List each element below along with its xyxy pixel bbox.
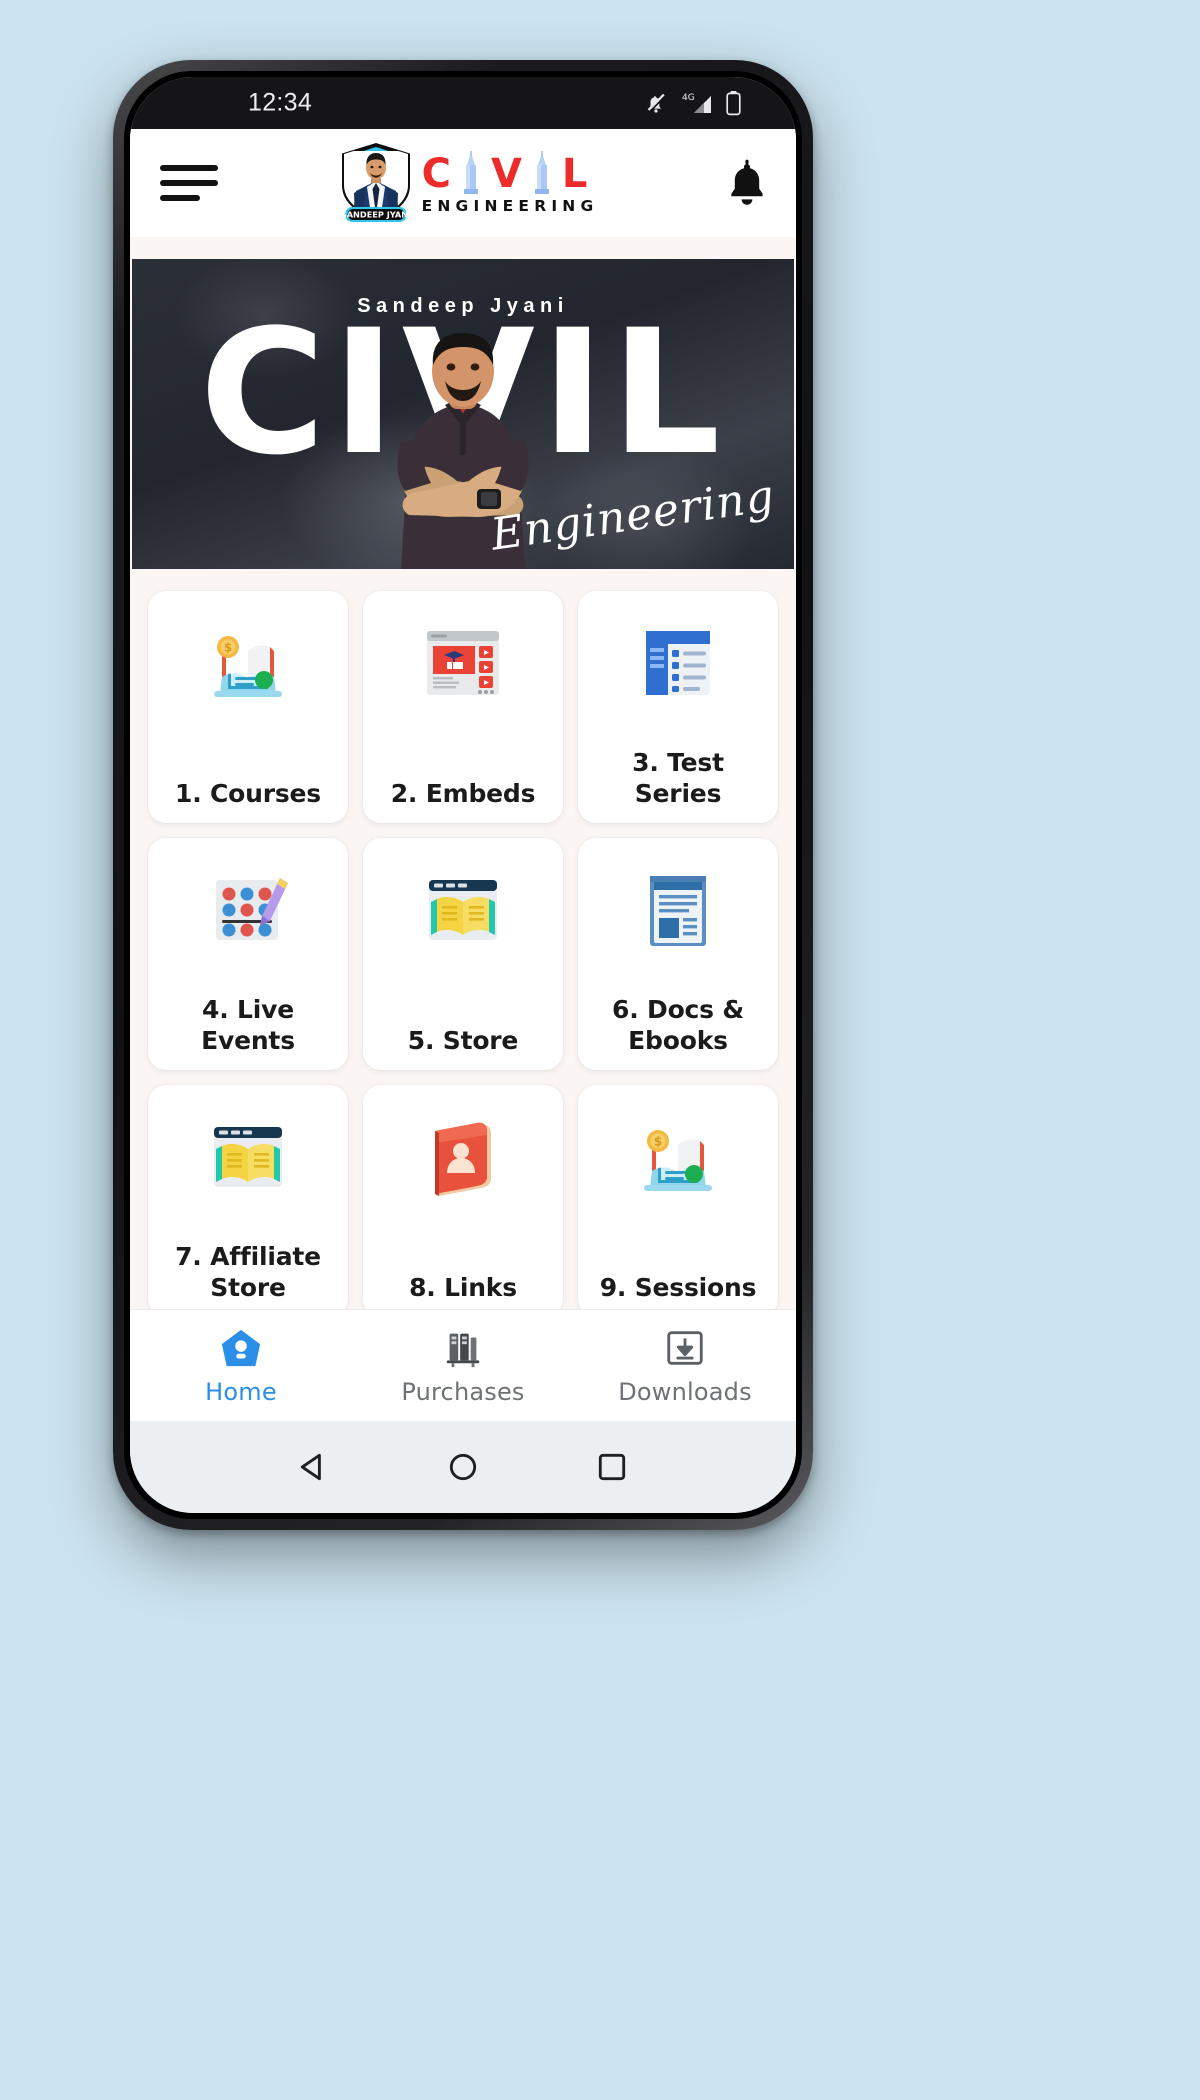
home-circle-icon[interactable] <box>443 1447 483 1487</box>
nav-label: Home <box>205 1378 277 1406</box>
logo-tower-icon <box>534 150 549 194</box>
tile-label: 8. Links <box>409 1272 517 1302</box>
books-icon <box>440 1325 486 1371</box>
grid-tile-embeds[interactable]: 2. Embeds <box>363 591 563 823</box>
android-system-navigation <box>130 1421 796 1513</box>
app-header: SANDEEP JYANI C V L ENGINEERING <box>130 129 796 237</box>
nav-item-home[interactable]: Home <box>130 1325 352 1406</box>
tile-label: 9. Sessions <box>599 1272 757 1302</box>
svg-text:$: $ <box>654 1135 662 1149</box>
tile-label: 5. Store <box>407 1025 519 1055</box>
embedded-video-page-icon <box>417 617 509 709</box>
logo-letter-v: V <box>490 150 522 197</box>
download-box-icon <box>662 1325 708 1371</box>
logo-engineering-text: ENGINEERING <box>421 196 599 215</box>
nav-label: Downloads <box>618 1378 752 1406</box>
banner-eyebrow-text: Sandeep Jyani <box>357 295 569 317</box>
tile-label: 6. Docs & Ebooks <box>612 995 744 1055</box>
brand-logo[interactable]: SANDEEP JYANI C V L ENGINEERING <box>336 141 599 225</box>
status-bar-icons: 4G <box>643 90 750 116</box>
grid-tile-links[interactable]: 8. Links <box>363 1085 563 1317</box>
battery-icon <box>726 91 741 116</box>
logo-civil-letters: C V L <box>421 150 588 197</box>
svg-text:4G: 4G <box>682 93 695 103</box>
nav-item-downloads[interactable]: Downloads <box>574 1325 796 1406</box>
tile-label: 3. Test Series <box>632 748 724 808</box>
nav-item-purchases[interactable]: Purchases <box>352 1325 574 1406</box>
live-events-quiz-board-icon <box>202 864 294 956</box>
sandeep-jyani-shield-badge: SANDEEP JYANI <box>336 141 416 225</box>
affiliate-store-book-window-icon <box>202 1111 294 1203</box>
grid-tile-affiliate-store[interactable]: 7. Affiliate Store <box>148 1085 348 1317</box>
bottom-navigation-bar: Home Purchases Downloads <box>130 1309 796 1421</box>
grid-tile-sessions[interactable]: $ 9. Sessions <box>578 1085 778 1317</box>
tile-label: 2. Embeds <box>390 778 536 808</box>
feature-grid-region: $ 1. Courses 2. Embeds 3. Test Series 4.… <box>130 569 796 1317</box>
hamburger-menu-icon[interactable] <box>160 165 218 201</box>
logo-tower-icon <box>463 150 478 194</box>
nav-label: Purchases <box>401 1378 525 1406</box>
logo-letter-l: L <box>561 150 588 197</box>
tile-label: 7. Affiliate Store <box>175 1242 321 1302</box>
docs-ebooks-document-icon <box>632 864 724 956</box>
recents-square-icon[interactable] <box>592 1447 632 1487</box>
status-bar: 12:34 4G <box>130 77 796 129</box>
tile-label: 4. Live Events <box>201 995 295 1055</box>
hamburger-line <box>160 165 218 171</box>
grid-tile-live-events[interactable]: 4. Live Events <box>148 838 348 1070</box>
sessions-laptop-book-icon: $ <box>632 1111 724 1203</box>
notifications-muted-icon <box>647 93 666 113</box>
tile-label: 1. Courses <box>175 778 321 808</box>
hero-banner-wrapper: CIVIL Sandeep Jyani <box>130 237 796 569</box>
status-bar-clock: 12:34 <box>248 88 313 117</box>
links-red-book-icon <box>417 1111 509 1203</box>
grid-tile-courses[interactable]: $ 1. Courses <box>148 591 348 823</box>
mobile-network-4g-icon: 4G <box>682 93 711 113</box>
badge-name-text: SANDEEP JYANI <box>340 209 410 219</box>
hamburger-line <box>160 180 218 186</box>
grid-tile-docs-ebooks[interactable]: 6. Docs & Ebooks <box>578 838 778 1070</box>
bell-icon[interactable] <box>724 158 770 208</box>
screenshot-canvas: 12:34 4G SANDEEP JYANI C V L ENGINEERING… <box>0 0 1200 2100</box>
grid-tile-test-series[interactable]: 3. Test Series <box>578 591 778 823</box>
back-triangle-icon[interactable] <box>294 1447 334 1487</box>
test-series-checklist-icon <box>632 617 724 709</box>
hamburger-line <box>160 195 200 201</box>
home-icon <box>218 1325 264 1371</box>
online-course-laptop-book-icon: $ <box>202 617 294 709</box>
store-open-book-window-icon <box>417 864 509 956</box>
logo-letter-c: C <box>421 150 451 197</box>
app-scroll-area[interactable]: CIVIL Sandeep Jyani <box>130 237 796 1421</box>
svg-text:$: $ <box>224 641 232 655</box>
phone-screen: 12:34 4G SANDEEP JYANI C V L ENGINEERING… <box>130 77 796 1513</box>
phone-bezel: 12:34 4G SANDEEP JYANI C V L ENGINEERING… <box>124 71 802 1519</box>
grid-tile-store[interactable]: 5. Store <box>363 838 563 1070</box>
feature-grid: $ 1. Courses 2. Embeds 3. Test Series 4.… <box>130 591 796 1317</box>
logo-wordmark: C V L ENGINEERING <box>421 150 599 215</box>
hero-banner[interactable]: CIVIL Sandeep Jyani <box>132 259 794 569</box>
phone-device-frame: 12:34 4G SANDEEP JYANI C V L ENGINEERING… <box>113 60 813 1530</box>
